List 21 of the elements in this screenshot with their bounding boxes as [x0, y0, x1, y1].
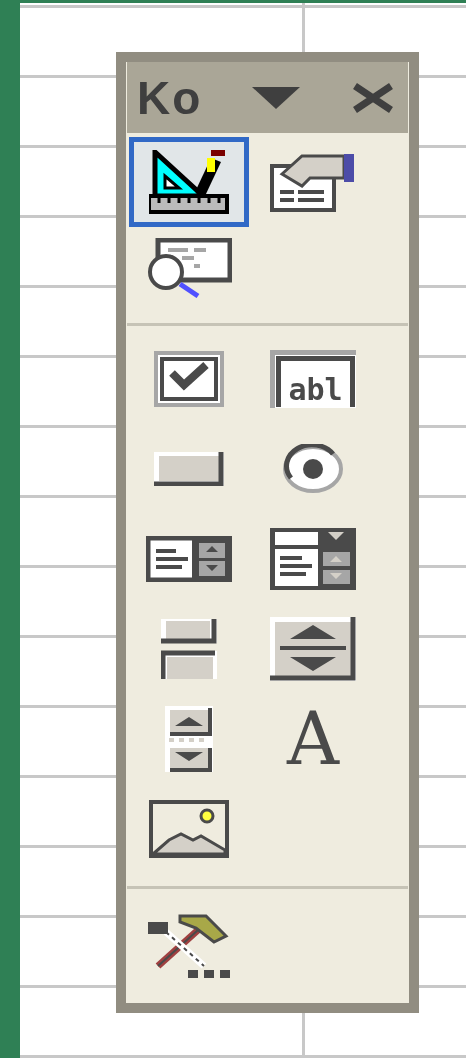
window-magnifier-icon [146, 238, 232, 298]
design-mode-button[interactable] [129, 137, 249, 227]
hammer-wrench-icon [146, 914, 232, 980]
landscape-image-icon [149, 800, 229, 858]
scroll-bar-icon [165, 706, 213, 772]
toolbar-title: Ko [137, 74, 203, 121]
up-down-arrows-icon [270, 617, 356, 681]
list-box-icon [146, 536, 232, 582]
close-icon[interactable] [352, 82, 394, 113]
radio-icon [281, 444, 345, 494]
combo-box-icon [270, 528, 356, 590]
button-icon [154, 452, 224, 486]
text-box-icon: abl [270, 350, 356, 408]
toggle-icon [161, 619, 217, 679]
checkbox-icon [154, 351, 224, 407]
triangle-ruler-pencil-icon [149, 150, 229, 214]
hand-card-icon [270, 152, 356, 212]
control-tool-button[interactable]: abl [259, 339, 367, 419]
control-tool-button[interactable]: A [276, 692, 350, 786]
caret-icon[interactable] [252, 86, 300, 109]
letter-a-icon: A [287, 703, 339, 775]
